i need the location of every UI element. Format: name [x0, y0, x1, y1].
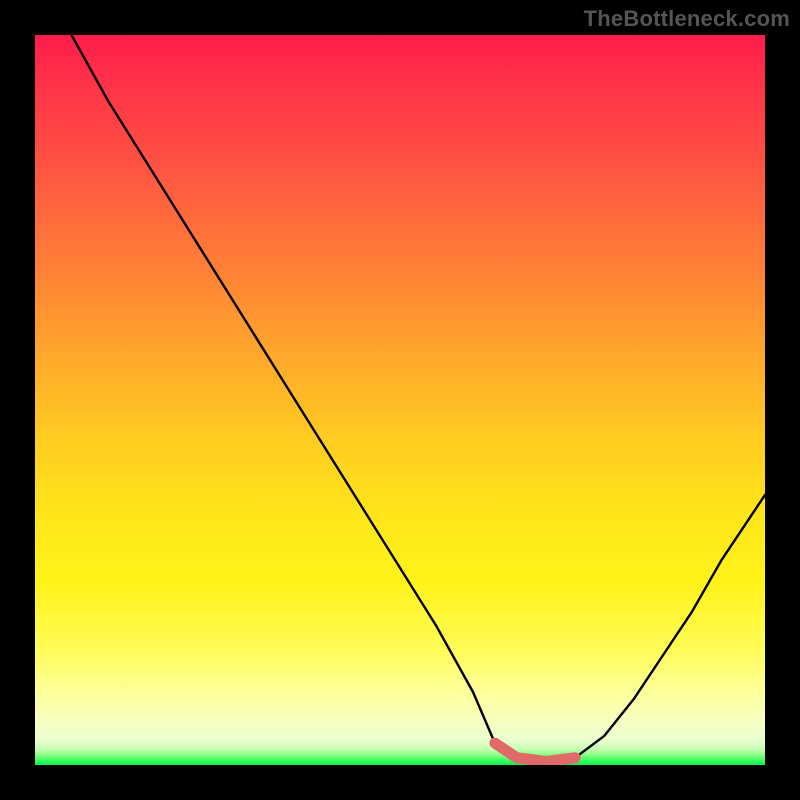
curve-layer — [35, 35, 765, 765]
watermark-text: TheBottleneck.com — [584, 6, 790, 32]
plot-area — [35, 35, 765, 765]
bottleneck-curve-path — [72, 35, 766, 761]
highlight-flat-segment-path — [495, 743, 575, 761]
chart-frame: TheBottleneck.com — [0, 0, 800, 800]
